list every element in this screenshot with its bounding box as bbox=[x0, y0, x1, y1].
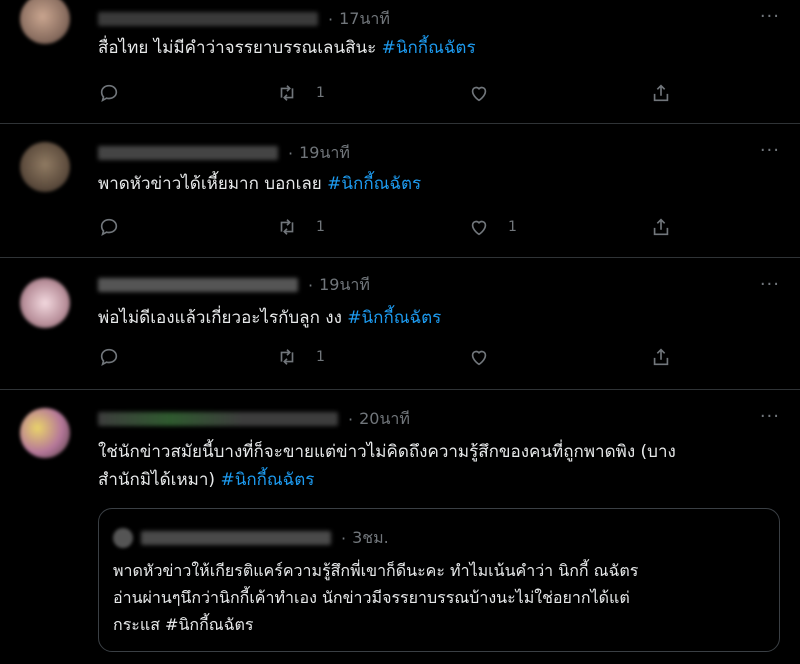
separator-dot: · bbox=[288, 143, 294, 163]
share-icon bbox=[653, 218, 669, 236]
tweet-timestamp[interactable]: 19นาที bbox=[319, 273, 370, 298]
like-button[interactable]: 1 bbox=[468, 216, 517, 238]
more-options-icon[interactable]: ··· bbox=[760, 6, 780, 27]
tweet-header: · 19นาที bbox=[98, 274, 370, 296]
tweet-actions: 1 bbox=[98, 82, 678, 108]
retweet-button[interactable]: 1 bbox=[276, 346, 325, 368]
retweet-icon bbox=[280, 349, 294, 365]
more-options-icon[interactable]: ··· bbox=[760, 140, 780, 161]
share-button[interactable] bbox=[650, 216, 672, 238]
author-name[interactable] bbox=[98, 412, 338, 426]
heart-icon bbox=[471, 220, 487, 236]
retweet-icon bbox=[280, 219, 294, 235]
tweet-actions: 1 bbox=[98, 346, 678, 372]
tweet-text: ใช่นักข่าวสมัยนี้บางที่ก็จะขายแต่ข่าวไม่… bbox=[98, 442, 676, 490]
reply-button[interactable] bbox=[98, 82, 120, 104]
reply-button[interactable] bbox=[98, 346, 120, 368]
reply-icon bbox=[100, 218, 118, 237]
hashtag-link[interactable]: #นิกกี้ณฉัตร bbox=[382, 38, 476, 58]
retweet-count: 1 bbox=[316, 85, 325, 101]
retweet-count: 1 bbox=[316, 219, 325, 235]
retweet-button[interactable]: 1 bbox=[276, 216, 325, 238]
heart-icon bbox=[471, 86, 487, 102]
tweet-timestamp[interactable]: 20นาที bbox=[359, 407, 410, 432]
quote-timestamp[interactable]: 3ชม. bbox=[352, 526, 389, 551]
avatar[interactable] bbox=[20, 0, 70, 44]
share-button[interactable] bbox=[650, 82, 672, 104]
separator-dot: · bbox=[328, 9, 334, 29]
share-button[interactable] bbox=[650, 346, 672, 368]
more-options-icon[interactable]: ··· bbox=[760, 406, 780, 427]
tweet-actions: 1 1 bbox=[98, 216, 678, 242]
tweet-2[interactable]: · 19นาที ··· พาดหัวข่าวได้เหี้ยมาก บอกเล… bbox=[0, 124, 800, 258]
separator-dot: · bbox=[348, 409, 354, 429]
tweet-header: · 17นาที bbox=[98, 8, 390, 30]
share-icon bbox=[653, 84, 669, 102]
separator-dot: · bbox=[308, 275, 314, 295]
heart-icon bbox=[471, 350, 487, 366]
tweet-header: · 20นาที bbox=[98, 408, 410, 430]
hashtag-link[interactable]: #นิกกี้ณฉัตร bbox=[327, 174, 421, 194]
tweet-timestamp[interactable]: 19นาที bbox=[299, 141, 350, 166]
avatar[interactable] bbox=[20, 278, 70, 328]
like-button[interactable] bbox=[468, 346, 490, 368]
tweet-text: พ่อไม่ดีเองแล้วเกี่ยวอะไรกับลูก งง #นิกก… bbox=[98, 308, 442, 328]
quote-text: พาดหัวข่าวให้เกียรติแคร์ความรู้สึกพี่เขา… bbox=[113, 561, 639, 634]
tweet-1[interactable]: · 17นาที ··· สื่อไทย ไม่มีคำว่าจรรยาบรรณ… bbox=[0, 0, 800, 124]
share-icon bbox=[653, 348, 669, 366]
tweet-text: สื่อไทย ไม่มีคำว่าจรรยาบรรณเลนสินะ #นิกก… bbox=[98, 38, 476, 58]
like-button[interactable] bbox=[468, 82, 490, 104]
hashtag-link[interactable]: #นิกกี้ณฉัตร bbox=[347, 308, 441, 328]
quote-author-name[interactable] bbox=[141, 531, 331, 545]
reply-icon bbox=[100, 84, 118, 103]
reply-button[interactable] bbox=[98, 216, 120, 238]
retweet-button[interactable]: 1 bbox=[276, 82, 325, 104]
separator-dot: · bbox=[341, 528, 347, 548]
author-name[interactable] bbox=[98, 146, 278, 160]
like-count: 1 bbox=[508, 219, 517, 235]
quote-header: · 3ชม. bbox=[113, 527, 389, 549]
avatar[interactable] bbox=[20, 408, 70, 458]
tweet-timestamp[interactable]: 17นาที bbox=[339, 7, 390, 32]
tweet-text: พาดหัวข่าวได้เหี้ยมาก บอกเลย #นิกกี้ณฉัต… bbox=[98, 174, 422, 194]
retweet-count: 1 bbox=[316, 349, 325, 365]
hashtag-link[interactable]: #นิกกี้ณฉัตร bbox=[220, 470, 314, 490]
author-name[interactable] bbox=[98, 278, 298, 292]
quote-avatar[interactable] bbox=[113, 528, 133, 548]
quoted-tweet[interactable]: · 3ชม. พาดหัวข่าวให้เกียรติแคร์ความรู้สึ… bbox=[98, 508, 780, 652]
tweet-3[interactable]: · 19นาที ··· พ่อไม่ดีเองแล้วเกี่ยวอะไรกั… bbox=[0, 258, 800, 390]
more-options-icon[interactable]: ··· bbox=[760, 274, 780, 295]
avatar[interactable] bbox=[20, 142, 70, 192]
retweet-icon bbox=[280, 85, 294, 101]
author-name[interactable] bbox=[98, 12, 318, 26]
reply-icon bbox=[100, 348, 118, 367]
tweet-header: · 19นาที bbox=[98, 142, 350, 164]
